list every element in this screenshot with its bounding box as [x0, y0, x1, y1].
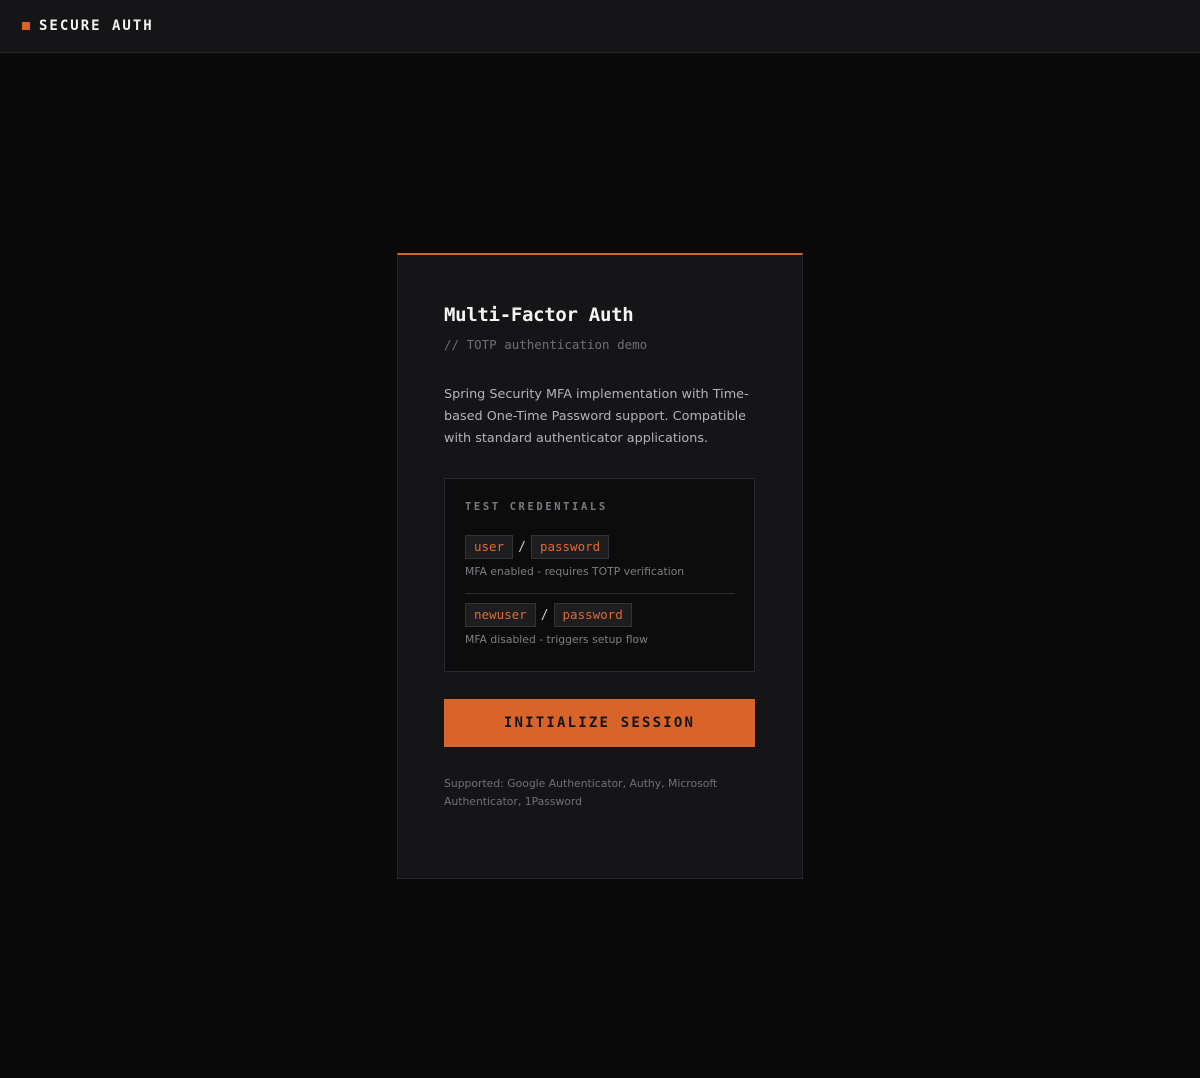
credentials-title: TEST CREDENTIALS [465, 501, 608, 513]
card-subtitle: // TOTP authentication demo [444, 337, 648, 352]
username-chip: newuser [465, 603, 536, 627]
credential-separator: / [518, 539, 526, 555]
credentials-divider [465, 593, 735, 594]
credential-row-newuser: newuser / password [465, 603, 734, 627]
password-chip: password [553, 603, 632, 627]
test-credentials-panel: TEST CREDENTIALS user / password MFA ena… [444, 478, 755, 672]
top-bar: SECURE AUTH [0, 0, 1200, 53]
card-description: Spring Security MFA implementation with … [444, 387, 749, 446]
credential-note: MFA enabled - requires TOTP verification [465, 565, 685, 578]
brand-square-icon [22, 22, 30, 30]
password-chip: password [530, 535, 610, 559]
username-chip: user [465, 535, 514, 559]
card-title: Multi-Factor Auth [444, 304, 634, 326]
auth-card: Multi-Factor Auth // TOTP authentication… [397, 253, 803, 879]
brand-title: SECURE AUTH [39, 18, 154, 34]
initialize-session-button[interactable]: INITIALIZE SESSION [444, 699, 755, 747]
credential-note: MFA disabled - triggers setup flow [465, 633, 648, 646]
credential-separator: / [540, 607, 549, 623]
credential-row-user: user / password [465, 535, 734, 559]
supported-apps-note: Supported: Google Authenticator, Authy, … [444, 777, 718, 808]
